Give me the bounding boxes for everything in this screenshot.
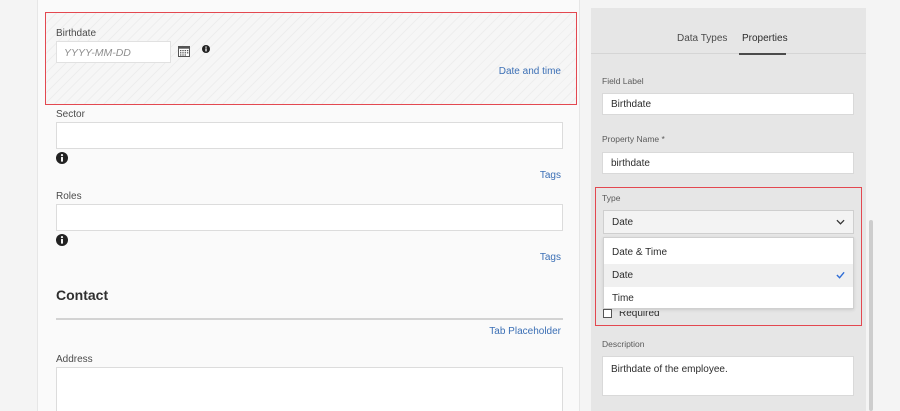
- sector-input[interactable]: [56, 122, 563, 149]
- field-label-input[interactable]: Birthdate: [602, 93, 854, 115]
- tab-data-types[interactable]: Data Types: [677, 33, 727, 44]
- birthdate-type-link[interactable]: Date and time: [499, 66, 561, 77]
- panel-tabs: Data Types Properties: [591, 8, 866, 55]
- info-icon: [56, 234, 68, 246]
- required-checkbox[interactable]: [603, 309, 612, 318]
- section-divider: [56, 318, 563, 320]
- properties-panel: Data Types Properties Field Label Birthd…: [591, 8, 866, 411]
- type-dropdown-menu: Date & Time Date Time: [603, 237, 854, 309]
- sector-type-link[interactable]: Tags: [540, 170, 561, 181]
- address-label: Address: [56, 354, 93, 365]
- calendar-icon[interactable]: [178, 45, 190, 57]
- address-input[interactable]: [56, 367, 563, 411]
- property-name-label: Property Name *: [602, 134, 665, 144]
- info-icon: [202, 45, 210, 53]
- info-icon: [56, 152, 68, 164]
- type-option-label: Time: [612, 293, 634, 304]
- type-label: Type: [602, 193, 621, 203]
- panel-scrollbar[interactable]: [869, 220, 873, 411]
- chevron-down-icon: [836, 219, 845, 225]
- birthdate-label: Birthdate: [56, 28, 97, 39]
- birthdate-date-input[interactable]: YYYY-MM-DD: [56, 41, 171, 63]
- active-tab-indicator: [739, 53, 786, 55]
- type-option-date-time[interactable]: Date & Time: [604, 241, 853, 264]
- type-option-label: Date & Time: [612, 247, 668, 258]
- birthdate-field-block[interactable]: Birthdate YYYY-MM-DD Date and time: [45, 12, 577, 105]
- check-icon: [836, 271, 845, 279]
- tab-placeholder-link[interactable]: Tab Placeholder: [489, 326, 561, 337]
- type-option-date[interactable]: Date: [604, 264, 853, 287]
- field-label-label: Field Label: [602, 76, 644, 86]
- form-canvas: Birthdate YYYY-MM-DD Date and time Secto…: [37, 0, 580, 411]
- property-name-input[interactable]: birthdate: [602, 152, 854, 174]
- tab-properties[interactable]: Properties: [742, 33, 788, 44]
- type-select[interactable]: Date: [603, 210, 854, 234]
- type-selected-value: Date: [612, 216, 634, 228]
- roles-input[interactable]: [56, 204, 563, 231]
- sector-label: Sector: [56, 109, 85, 120]
- description-label: Description: [602, 339, 645, 349]
- roles-label: Roles: [56, 191, 82, 202]
- roles-type-link[interactable]: Tags: [540, 252, 561, 263]
- contact-section-title: Contact: [56, 287, 109, 303]
- type-option-time[interactable]: Time: [604, 287, 853, 310]
- type-option-label: Date: [612, 270, 634, 281]
- description-textarea[interactable]: Birthdate of the employee.: [602, 356, 854, 396]
